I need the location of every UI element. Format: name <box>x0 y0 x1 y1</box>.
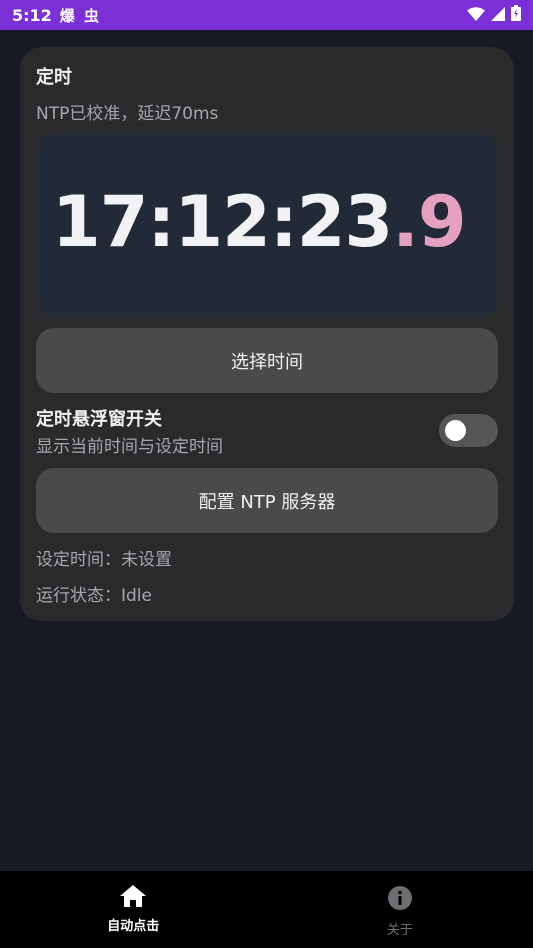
clock-main: 17:12:23 <box>52 181 393 263</box>
timer-card: 定时 NTP已校准，延迟70ms 17:12:23.9 选择时间 定时悬浮窗开关… <box>20 47 514 621</box>
toggle-knob <box>445 420 466 441</box>
nav-auto-click[interactable]: 自动点击 <box>0 871 267 948</box>
status-time: 5:12 <box>12 5 52 25</box>
nav-label-auto-click: 自动点击 <box>107 919 160 934</box>
floating-window-toggle[interactable] <box>439 414 498 447</box>
home-icon <box>120 885 147 911</box>
floating-window-subtitle: 显示当前时间与设定时间 <box>36 437 223 457</box>
set-time-status: 设定时间：未设置 <box>36 550 172 570</box>
system-indicators <box>467 5 521 25</box>
nav-about[interactable]: 关于 <box>267 871 533 948</box>
select-time-button[interactable]: 选择时间 <box>36 328 498 393</box>
battery-icon <box>511 5 521 25</box>
wifi-icon <box>467 6 485 25</box>
card-title: 定时 <box>36 67 72 88</box>
floating-window-title: 定时悬浮窗开关 <box>36 409 162 430</box>
clock-display: 17:12:23.9 <box>36 134 498 316</box>
nav-label-about: 关于 <box>386 923 413 938</box>
clock-time: 17:12:23.9 <box>52 181 467 263</box>
clock-fraction: 9 <box>417 181 467 263</box>
bottom-nav: 自动点击 关于 <box>0 871 533 948</box>
configure-ntp-button[interactable]: 配置 NTP 服务器 <box>36 468 498 533</box>
ntp-status-text: NTP已校准，延迟70ms <box>36 104 219 124</box>
run-status: 运行状态：Idle <box>36 586 152 606</box>
status-bar: 5:12 爆 虫 <box>0 0 533 30</box>
clock-separator: . <box>392 181 419 263</box>
notification-icons: 爆 虫 <box>59 6 102 25</box>
info-icon <box>387 885 413 915</box>
signal-icon <box>491 6 505 25</box>
